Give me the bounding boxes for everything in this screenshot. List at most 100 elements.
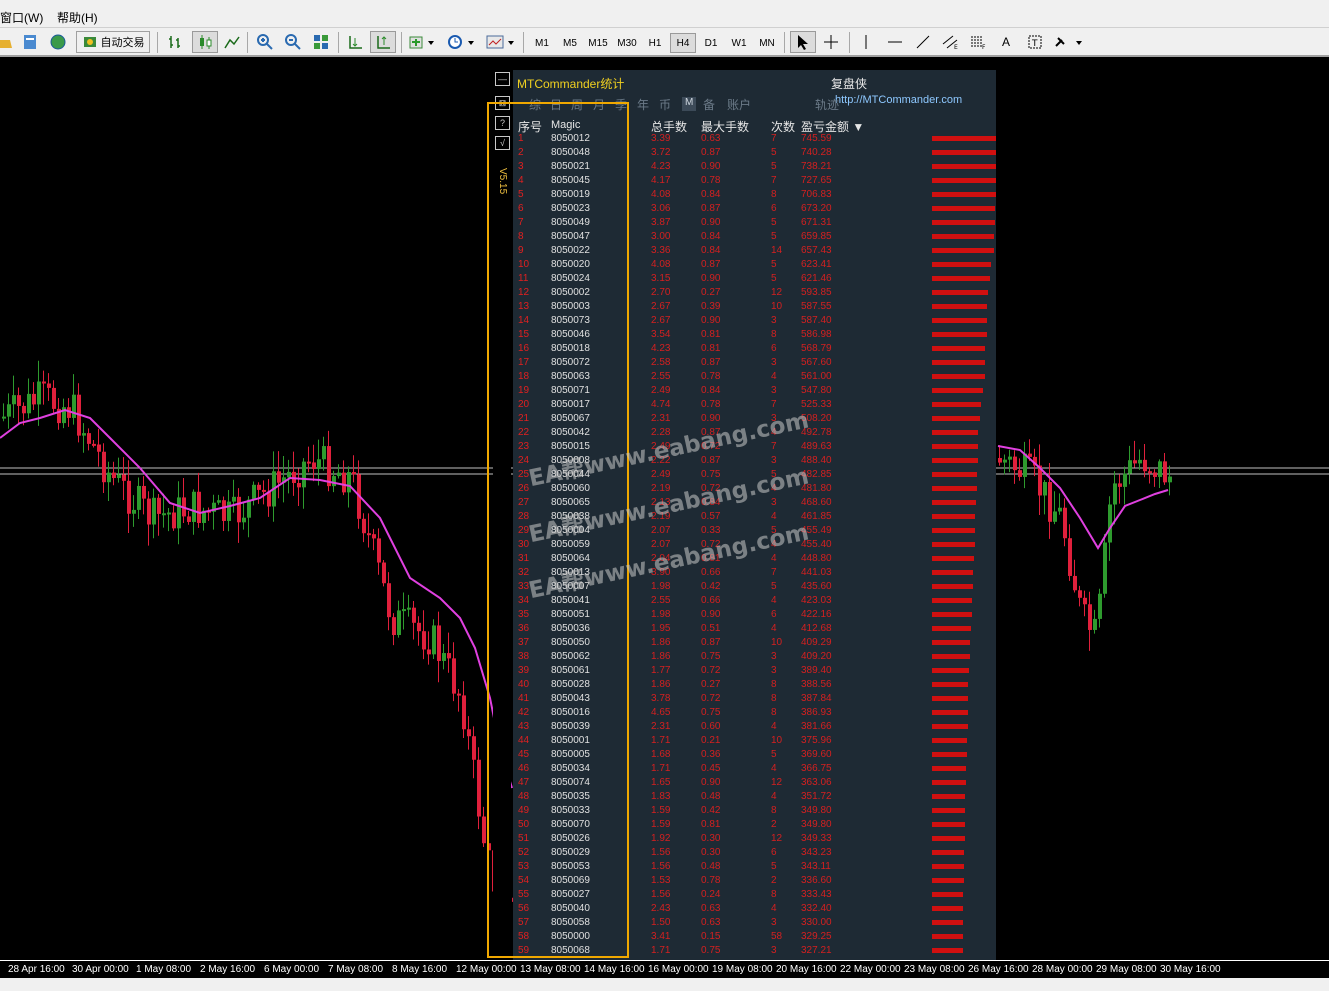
candle-body <box>47 383 51 388</box>
menu-window[interactable]: 窗口(W) <box>0 9 43 26</box>
row-pnl: 349.80 <box>801 819 832 830</box>
row-pnl: 349.80 <box>801 805 832 816</box>
candle-body <box>242 517 246 523</box>
row-max-lots: 0.84 <box>701 189 721 200</box>
text-tool-icon[interactable]: A <box>997 31 1015 53</box>
trendline-icon[interactable] <box>912 31 934 53</box>
pnl-bar <box>932 500 976 505</box>
timeframe-m30-button[interactable]: M30 <box>614 33 640 53</box>
pnl-bar <box>932 430 978 435</box>
row-max-lots: 0.72 <box>701 693 721 704</box>
row-total-lots: 3.00 <box>651 231 671 242</box>
timeframe-w1-button[interactable]: W1 <box>726 33 752 53</box>
timeframe-m5-button[interactable]: M5 <box>557 33 583 53</box>
vertical-line-icon[interactable] <box>856 31 876 53</box>
row-total-lots: 2.31 <box>651 413 671 424</box>
tab-8[interactable]: 备 <box>703 96 715 113</box>
tab-6[interactable]: 币 <box>659 96 671 113</box>
row-pnl: 343.11 <box>801 861 831 872</box>
row-pnl: 409.20 <box>801 651 832 662</box>
indicators-icon[interactable] <box>406 31 438 53</box>
row-max-lots: 0.87 <box>701 637 721 648</box>
row-total-lots: 2.07 <box>651 525 671 536</box>
pnl-bar <box>932 472 977 477</box>
pnl-bar <box>932 542 975 547</box>
row-pnl: 412.68 <box>801 623 832 634</box>
pnl-bar <box>932 766 966 771</box>
pnl-bar <box>932 668 969 673</box>
auto-scroll-icon[interactable] <box>344 31 366 53</box>
timeframe-m1-button[interactable]: M1 <box>529 33 555 53</box>
pnl-bar <box>932 150 996 155</box>
timeframe-mn-button[interactable]: MN <box>754 33 780 53</box>
row-count: 4 <box>771 763 777 774</box>
candle-body <box>157 497 161 514</box>
row-max-lots: 0.63 <box>701 903 721 914</box>
pnl-bar <box>932 346 985 351</box>
candle-body <box>17 395 21 406</box>
row-max-lots: 0.84 <box>701 231 721 242</box>
crosshair-icon[interactable] <box>820 31 842 53</box>
candle-body <box>1148 471 1152 474</box>
line-chart-icon[interactable] <box>222 31 242 53</box>
time-axis-label: 16 May 00:00 <box>648 964 709 975</box>
fibonacci-icon[interactable]: F <box>968 31 990 53</box>
moving-average-line <box>0 408 513 789</box>
timeframe-m15-button[interactable]: M15 <box>585 33 611 53</box>
row-count: 6 <box>771 847 777 858</box>
row-total-lots: 1.86 <box>651 651 671 662</box>
zoom-in-icon[interactable] <box>254 31 276 53</box>
candle-body <box>1043 482 1047 496</box>
candle-body <box>1013 456 1017 471</box>
open-icon[interactable] <box>0 31 12 53</box>
tab-9[interactable]: 账户 <box>727 96 751 113</box>
chart-shift-icon[interactable] <box>370 31 396 53</box>
pnl-bar <box>932 710 968 715</box>
cursor-icon[interactable] <box>790 31 816 53</box>
periods-icon[interactable] <box>444 31 478 53</box>
candle-body <box>442 653 446 661</box>
pnl-bar <box>932 178 996 183</box>
candle-body <box>417 622 421 632</box>
candle-body <box>1023 453 1027 477</box>
pnl-bar <box>932 402 981 407</box>
row-count: 8 <box>771 329 777 340</box>
row-max-lots: 0.78 <box>701 875 721 886</box>
candle-body <box>1123 473 1127 487</box>
tile-windows-icon[interactable] <box>310 31 332 53</box>
row-total-lots: 2.31 <box>651 721 671 732</box>
row-max-lots: 0.78 <box>701 371 721 382</box>
row-total-lots: 1.92 <box>651 833 671 844</box>
minimize-button[interactable]: — <box>495 72 510 86</box>
text-label-icon[interactable]: T <box>1024 31 1046 53</box>
zoom-out-icon[interactable] <box>282 31 304 53</box>
candle-body <box>302 461 306 488</box>
arrows-icon[interactable] <box>1052 31 1086 53</box>
tab-10[interactable]: 轨迹 <box>815 96 839 113</box>
tab-7[interactable]: M <box>682 97 697 111</box>
row-total-lots: 1.56 <box>651 861 671 872</box>
pnl-bar <box>932 388 983 393</box>
pnl-bar <box>932 640 970 645</box>
candle-body <box>467 729 471 737</box>
timeframe-h1-button[interactable]: H1 <box>642 33 668 53</box>
history-center-icon[interactable] <box>20 31 40 53</box>
candlestick-chart-icon[interactable] <box>192 31 218 53</box>
row-pnl: 333.43 <box>801 889 832 900</box>
globe-icon[interactable] <box>48 31 68 53</box>
timeframe-h4-button[interactable]: H4 <box>670 33 696 53</box>
equidistant-channel-icon[interactable]: E <box>940 31 962 53</box>
auto-trade-button[interactable]: 自动交易 <box>76 31 150 53</box>
horizontal-line-icon[interactable] <box>884 31 906 53</box>
candle-body <box>307 461 311 464</box>
candle-body <box>142 485 146 499</box>
row-total-lots: 1.83 <box>651 791 671 802</box>
bar-chart-icon[interactable] <box>166 31 186 53</box>
timeframe-d1-button[interactable]: D1 <box>698 33 724 53</box>
tab-5[interactable]: 年 <box>637 96 649 113</box>
pnl-bar <box>932 682 968 687</box>
row-max-lots: 0.45 <box>701 763 721 774</box>
menu-help[interactable]: 帮助(H) <box>57 9 98 26</box>
templates-icon[interactable] <box>484 31 518 53</box>
row-pnl: 336.60 <box>801 875 832 886</box>
